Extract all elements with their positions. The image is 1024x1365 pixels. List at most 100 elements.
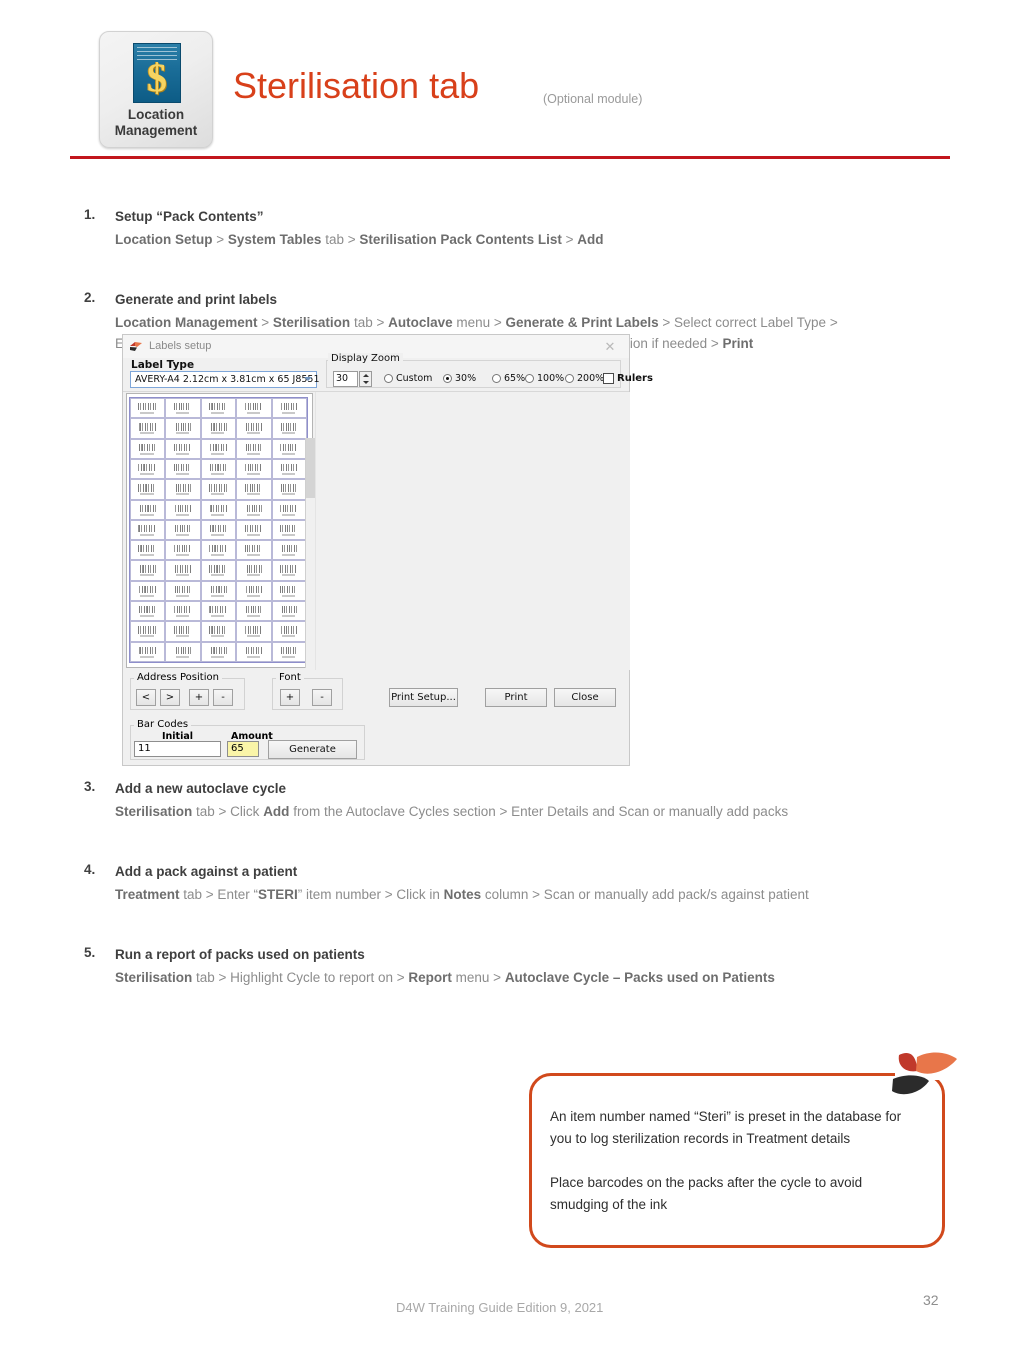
- label-cell[interactable]: [271, 398, 307, 419]
- label-cell[interactable]: [165, 560, 201, 581]
- zoom-radio-65[interactable]: 65%: [492, 373, 525, 385]
- label-cell[interactable]: [200, 479, 237, 500]
- label-cell[interactable]: [200, 580, 237, 602]
- label-cell[interactable]: [165, 641, 201, 662]
- preview-page[interactable]: [126, 393, 313, 668]
- rulers-checkbox[interactable]: Rulers: [603, 373, 653, 385]
- label-cell[interactable]: [200, 540, 237, 561]
- label-cell[interactable]: [200, 438, 237, 459]
- font-increase-button[interactable]: +: [280, 689, 300, 706]
- label-cell[interactable]: [271, 499, 307, 520]
- zoom-stepper[interactable]: [359, 371, 372, 387]
- label-cell[interactable]: [200, 560, 237, 581]
- address-increase-button[interactable]: +: [189, 689, 209, 706]
- amount-input[interactable]: 65: [227, 741, 259, 757]
- label-cell[interactable]: [236, 641, 272, 662]
- label-cell[interactable]: [200, 519, 237, 541]
- label-cell[interactable]: [165, 479, 201, 500]
- label-cell[interactable]: [271, 458, 307, 480]
- label-cell[interactable]: [236, 438, 272, 459]
- label-cell[interactable]: [236, 601, 272, 622]
- close-icon[interactable]: ✕: [593, 336, 627, 357]
- label-cell[interactable]: [236, 621, 272, 642]
- labels-setup-dialog[interactable]: Labels setup ✕ Label Type AVERY-A4 2.12c…: [122, 334, 653, 766]
- label-cell[interactable]: [165, 601, 201, 622]
- label-cell[interactable]: [200, 641, 237, 662]
- barcode-icon: [138, 504, 156, 512]
- label-cell[interactable]: [236, 540, 272, 561]
- address-move-right-button[interactable]: >: [160, 689, 180, 706]
- label-cell[interactable]: [165, 499, 201, 520]
- label-cell[interactable]: [236, 519, 272, 541]
- close-button[interactable]: Close: [554, 688, 616, 707]
- label-cell[interactable]: [271, 418, 307, 439]
- label-cell[interactable]: [165, 438, 201, 459]
- label-cell[interactable]: [165, 540, 201, 561]
- font-decrease-button[interactable]: -: [312, 689, 332, 706]
- label-cell[interactable]: [165, 519, 201, 541]
- label-cell[interactable]: [200, 499, 237, 520]
- print-setup-button[interactable]: Print Setup...: [389, 688, 458, 707]
- label-preview-area[interactable]: [123, 392, 630, 670]
- label-cell[interactable]: [236, 580, 272, 602]
- label-grid[interactable]: [129, 397, 308, 663]
- label-cell[interactable]: [165, 458, 201, 480]
- label-cell[interactable]: [271, 641, 307, 662]
- barcode-text: [175, 432, 190, 435]
- label-cell[interactable]: [130, 641, 166, 662]
- label-cell[interactable]: [130, 540, 166, 561]
- address-move-left-button[interactable]: <: [136, 689, 156, 706]
- label-cell[interactable]: [130, 519, 166, 541]
- label-cell[interactable]: [165, 621, 201, 642]
- label-cell[interactable]: [271, 479, 307, 500]
- label-cell[interactable]: [200, 621, 237, 642]
- label-cell[interactable]: [271, 560, 307, 581]
- generate-button[interactable]: Generate: [268, 740, 357, 759]
- label-cell[interactable]: [236, 458, 272, 480]
- barcode-icon: [279, 504, 298, 512]
- label-cell[interactable]: [236, 499, 272, 520]
- label-cell[interactable]: [130, 580, 166, 602]
- label-cell[interactable]: [271, 601, 307, 622]
- label-cell[interactable]: [130, 418, 166, 439]
- label-cell[interactable]: [236, 418, 272, 439]
- label-cell[interactable]: [130, 621, 166, 642]
- zoom-radio-custom[interactable]: Custom: [384, 373, 432, 385]
- zoom-radio-200[interactable]: 200%: [565, 373, 604, 385]
- label-cell[interactable]: [200, 601, 237, 622]
- label-cell[interactable]: [236, 560, 272, 581]
- label-cell[interactable]: [200, 458, 237, 480]
- label-cell[interactable]: [130, 398, 166, 419]
- label-cell[interactable]: [271, 519, 307, 541]
- label-cell[interactable]: [165, 418, 201, 439]
- label-cell[interactable]: [200, 418, 237, 439]
- label-cell[interactable]: [165, 580, 201, 602]
- zoom-radio-30[interactable]: 30%: [443, 373, 476, 385]
- label-cell[interactable]: [271, 621, 307, 642]
- label-cell[interactable]: [200, 398, 237, 419]
- stepper-down-icon[interactable]: [363, 381, 369, 384]
- page-subtitle: (Optional module): [543, 92, 643, 106]
- initial-input[interactable]: 11: [134, 741, 221, 757]
- label-cell[interactable]: [271, 580, 307, 602]
- location-management-money-document-icon: $: [133, 43, 181, 103]
- address-decrease-button[interactable]: -: [213, 689, 233, 706]
- label-cell[interactable]: [236, 398, 272, 419]
- label-cell[interactable]: [130, 601, 166, 622]
- label-cell[interactable]: [165, 398, 201, 419]
- label-cell[interactable]: [130, 458, 166, 480]
- label-cell[interactable]: [130, 479, 166, 500]
- label-cell[interactable]: [130, 499, 166, 520]
- barcode-icon: [173, 403, 192, 411]
- label-cell[interactable]: [271, 540, 307, 561]
- label-cell[interactable]: [130, 560, 166, 581]
- zoom-value-input[interactable]: 30: [333, 371, 358, 387]
- barcode-text: [211, 635, 225, 638]
- label-cell[interactable]: [236, 479, 272, 500]
- print-button[interactable]: Print: [485, 688, 547, 707]
- label-type-select[interactable]: AVERY-A4 2.12cm x 3.81cm x 65 J8551: [130, 371, 320, 388]
- label-cell[interactable]: [271, 438, 307, 459]
- label-cell[interactable]: [130, 438, 166, 459]
- zoom-radio-100[interactable]: 100%: [525, 373, 564, 385]
- stepper-up-icon[interactable]: [363, 374, 369, 377]
